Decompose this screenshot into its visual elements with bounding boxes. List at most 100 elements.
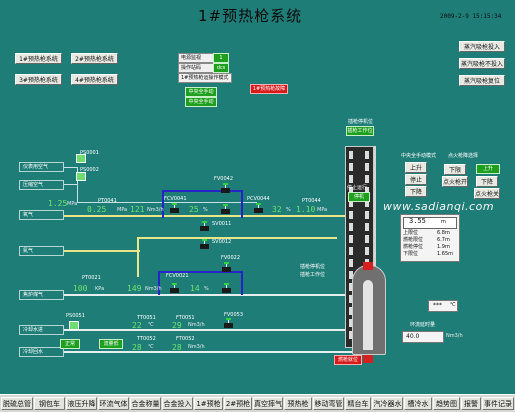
fv0042-valve-icon[interactable] [221,183,230,194]
fcv0021-flow-unit: Nm3/h [145,286,162,292]
lance-stop-status: 停机 [348,192,370,202]
central-manual-button[interactable]: 中央全手动 [185,87,217,97]
nav-alarm[interactable]: 报警 [461,397,481,410]
operator-station-label: 操作站码 [178,63,214,73]
page-title: 1#预热枪系统 [198,7,303,25]
ignition-lower-button[interactable]: 下限 [444,164,466,175]
system-2-button[interactable]: 2#预热枪系统 [71,53,118,64]
fv0022-unit: % [204,286,209,292]
fv0042-lower-valve-icon[interactable] [221,204,230,215]
alarm-button[interactable]: 1#预热枪故障 [250,84,288,94]
nav-alloy-weighing[interactable]: 合金称量 [130,397,161,410]
fv0022-lower-valve-icon[interactable] [222,283,231,294]
nav-trend[interactable]: 趋势图 [433,397,460,410]
fv0022-valve-icon[interactable] [222,262,231,273]
local-panel-title: 中央全手动模式 [401,153,437,159]
cooling-return-label: 冷却回水 [19,347,64,357]
fcv0021-flow-value: 149 [127,284,142,293]
nav-event-log[interactable]: 事件记录 [482,397,514,410]
bottom-nav-bar: 脱硫总管 钢包车 液压升降 环流气体 合金称量 合金投入 1#预枪 2#预枪 真… [0,394,515,412]
fv0022-tag: FV0022 [221,255,241,261]
oxygen-branch-pipe [137,237,337,239]
local-down-button[interactable]: 下降 [405,186,427,197]
nav-moving-elbow[interactable]: 移动弯管 [313,397,344,410]
fcv0021-valve-icon[interactable] [170,283,179,294]
nav-steam-water[interactable]: 汽冷器水 [372,397,403,410]
nitrogen-riser-right [241,190,243,218]
delay-unit: Nm3/h [446,333,463,339]
lance-upper-status: 插枪工作位 [346,126,374,136]
nav-vacuum-pump[interactable]: 真空摔气 [253,397,283,410]
local-up-button[interactable]: 上升 [405,162,427,173]
pt0041-value-left: 1.25 [48,199,68,208]
lance-limit-value: 6.7m [437,237,450,243]
fcv0041-tag: FCV0041 [164,196,187,202]
power-monitor-value: 1 [213,53,229,63]
steam-lance-on-button[interactable]: 蒸汽吸枪投入 [459,41,505,52]
ignition-up-button[interactable]: 上升 [476,164,500,174]
fcv0041-position-value: 25 [189,205,199,214]
pt0021-value: 100 [73,284,88,293]
nitrogen-riser-left [162,190,164,218]
pt0044-tag: PT0044 [302,198,321,204]
lance-in-position-button[interactable]: 燃枪就位 [334,355,362,365]
fcv0041-valve-icon[interactable] [170,203,179,214]
pcv0044-tag: PCV0044 [247,196,270,202]
nav-platform-car[interactable]: 精台车 [345,397,371,410]
nav-lance-1[interactable]: 1#预枪 [194,397,223,410]
power-monitor-label: 电源监视 [178,53,214,63]
local-manual-button[interactable]: 中央全手动 [185,97,217,107]
lower-limit-value: 1.65m [437,251,454,257]
nav-tank-water[interactable]: 槽冷水 [404,397,432,410]
cooling-low-flow-button[interactable]: 流量低 [99,339,123,349]
cooling-normal-button[interactable]: 正常 [60,339,80,349]
pcv0044-valve-icon[interactable] [254,203,263,214]
nav-alloy-feed[interactable]: 合金投入 [162,397,193,410]
system-4-button[interactable]: 4#预热枪系统 [71,74,118,85]
hmi-screen: 1#预热枪系统 2009-2-9 15:15:34 1#预热枪系统 2#预热枪系… [0,0,515,412]
nav-lance-2[interactable]: 2#预枪 [224,397,252,410]
position-panel: 3.55 m 上限位 6.8m 燃枪限位 6.7m 燃枪停位 1.9m 下限位 … [400,214,460,262]
lance-rail [374,146,376,266]
sv0011-valve-icon[interactable] [200,221,209,232]
fv0053-valve-icon[interactable] [224,318,233,329]
cooling-return-pipe [45,351,365,353]
cooling-supply-label: 冷却水进 [19,325,64,335]
nitrogen-label: 氮气 [19,246,64,256]
ps0051-icon[interactable] [69,321,79,330]
system-3-button[interactable]: 3#预热枪系统 [15,74,62,85]
upper-limit-label: 上限位 [403,230,419,236]
fv0022-value: 14 [190,284,200,293]
fcv0021-tag: FCV0021 [166,273,189,279]
nav-desulfurization[interactable]: 脱硫总管 [1,397,33,410]
ps0002-tag: PS0002 [80,167,99,173]
ignition-panel-title: 点火枪降选择 [448,153,479,159]
lance-stop-label: 停止运行 [347,185,368,191]
steam-lance-reset-button[interactable]: 蒸汽吸枪复位 [459,75,505,86]
pt0044-value: 1.10 [296,205,316,214]
nav-preheat-lance[interactable]: 预热枪 [284,397,312,410]
local-stop-button[interactable]: 停止 [405,174,427,185]
nav-ladle-car[interactable]: 钢包车 [34,397,65,410]
ignition-down-button[interactable]: 下降 [476,176,498,187]
position-current-value: 3.55 [409,217,426,225]
ignition-off-button[interactable]: 点火枪关 [474,188,500,199]
lance-stop-pos-label: 燃枪停位 [403,244,424,250]
upper-limit-value: 6.8m [437,230,450,236]
nav-hydraulic-lift[interactable]: 液压升降 [66,397,97,410]
ps0002-icon[interactable] [76,172,86,181]
lance-stop-pos-value: 1.9m [437,244,450,250]
lance-limit-label: 燃枪限位 [403,237,424,243]
steam-lance-off-button[interactable]: 蒸汽吸枪不投入 [459,58,505,69]
ps0051-tag: PS0051 [66,313,85,319]
pcv0044-value: 32 [272,205,282,214]
sv0012-valve-icon[interactable] [200,239,209,250]
ignition-on-button[interactable]: 点火枪开 [442,176,468,187]
tt0051-value: 22 [132,321,142,330]
coke-gas-riser-right [241,271,243,295]
nav-circulation-gas[interactable]: 环流气体 [98,397,129,410]
pt0041-unit-left: MPa [67,201,78,207]
system-1-button[interactable]: 1#预热枪系统 [15,53,62,64]
pt0041-tag: PT0041 [98,198,117,204]
lance-upper-label: 插枪停机位 [348,119,374,125]
